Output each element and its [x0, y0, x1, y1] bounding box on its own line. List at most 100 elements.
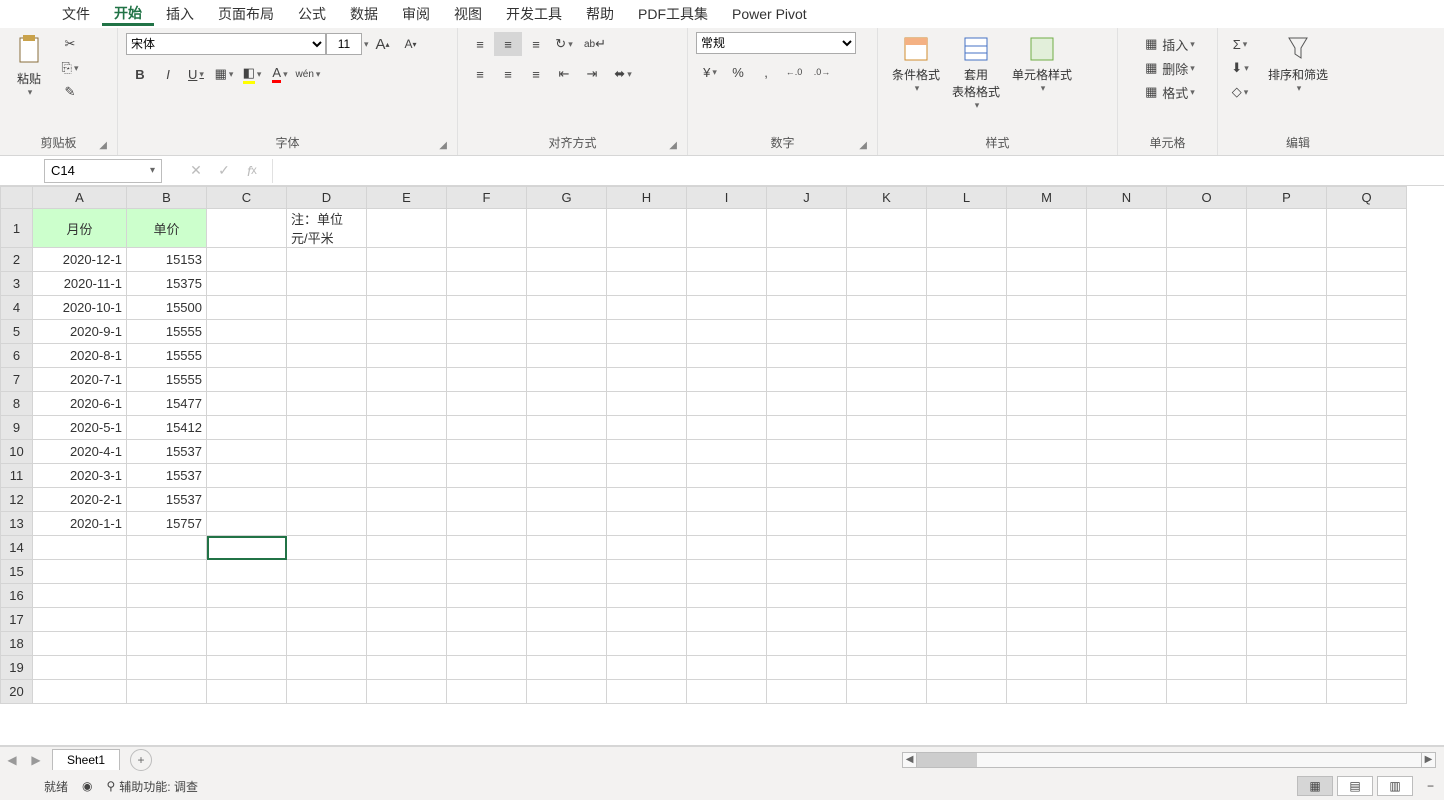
column-header[interactable]: H	[607, 187, 687, 209]
cell[interactable]	[1327, 464, 1407, 488]
clipboard-launcher-icon[interactable]: ◢	[99, 140, 107, 151]
font-name-select[interactable]: 宋体	[126, 33, 326, 55]
cell[interactable]	[1087, 209, 1167, 248]
row-header[interactable]: 1	[1, 209, 33, 248]
decrease-decimal-button[interactable]: .0→	[808, 60, 836, 84]
cell[interactable]	[1007, 512, 1087, 536]
cell[interactable]	[447, 368, 527, 392]
cell[interactable]	[687, 209, 767, 248]
cell[interactable]: 月份	[33, 209, 127, 248]
cell[interactable]	[527, 584, 607, 608]
autosum-button[interactable]: Σ▾	[1226, 32, 1254, 56]
cell[interactable]	[1247, 368, 1327, 392]
cell[interactable]	[607, 209, 687, 248]
insert-cells-button[interactable]: ▦插入▾	[1140, 32, 1195, 56]
underline-button[interactable]: U▾	[182, 62, 210, 86]
decrease-indent-button[interactable]: ⇤	[550, 62, 578, 86]
formula-input[interactable]	[272, 159, 1444, 183]
cell[interactable]	[1167, 296, 1247, 320]
cell[interactable]: 15537	[127, 464, 207, 488]
menu-tab[interactable]: 文件	[50, 4, 102, 24]
cell[interactable]	[847, 536, 927, 560]
cell[interactable]: 15477	[127, 392, 207, 416]
column-header[interactable]: B	[127, 187, 207, 209]
italic-button[interactable]: I	[154, 62, 182, 86]
cell[interactable]	[1247, 392, 1327, 416]
cell[interactable]	[687, 488, 767, 512]
cell[interactable]	[367, 632, 447, 656]
column-header[interactable]: P	[1247, 187, 1327, 209]
row-header[interactable]: 13	[1, 512, 33, 536]
cell[interactable]	[607, 560, 687, 584]
menu-tab[interactable]: 帮助	[574, 4, 626, 24]
cell[interactable]	[927, 392, 1007, 416]
cell[interactable]	[1327, 560, 1407, 584]
name-box-dropdown-icon[interactable]: ▾	[150, 165, 155, 176]
cell[interactable]	[527, 440, 607, 464]
cell[interactable]	[1327, 488, 1407, 512]
cell[interactable]	[687, 656, 767, 680]
cell[interactable]	[927, 632, 1007, 656]
grid-table[interactable]: ABCDEFGHIJKLMNOPQ1月份单价注：单位 元/平米22020-12-…	[0, 186, 1407, 704]
cell[interactable]	[367, 464, 447, 488]
cell[interactable]	[1327, 392, 1407, 416]
cell[interactable]	[1167, 656, 1247, 680]
cell[interactable]	[1007, 416, 1087, 440]
cell[interactable]	[1327, 272, 1407, 296]
cell[interactable]	[1327, 656, 1407, 680]
cell[interactable]	[1087, 416, 1167, 440]
cell[interactable]	[1007, 248, 1087, 272]
sheet-nav-prev-button[interactable]: ◀	[0, 753, 24, 767]
cell[interactable]	[607, 656, 687, 680]
cell[interactable]	[127, 632, 207, 656]
page-layout-view-button[interactable]: ▤	[1337, 776, 1373, 796]
cell[interactable]	[33, 680, 127, 704]
cell[interactable]	[287, 296, 367, 320]
cell[interactable]	[367, 272, 447, 296]
cell[interactable]	[287, 680, 367, 704]
cell[interactable]	[1167, 584, 1247, 608]
cell[interactable]	[527, 416, 607, 440]
cell[interactable]	[607, 416, 687, 440]
cell[interactable]	[1007, 680, 1087, 704]
row-header[interactable]: 14	[1, 536, 33, 560]
cell[interactable]	[1167, 272, 1247, 296]
format-painter-button[interactable]: ✎	[56, 80, 84, 104]
cell[interactable]	[207, 656, 287, 680]
align-right-button[interactable]: ≡	[522, 62, 550, 86]
cell[interactable]	[207, 584, 287, 608]
cell[interactable]	[1327, 632, 1407, 656]
cell[interactable]	[447, 608, 527, 632]
row-header[interactable]: 4	[1, 296, 33, 320]
cell[interactable]	[767, 464, 847, 488]
cell[interactable]	[927, 560, 1007, 584]
cell[interactable]	[447, 536, 527, 560]
cell[interactable]	[527, 464, 607, 488]
cell[interactable]	[847, 392, 927, 416]
decrease-font-button[interactable]: A▾	[397, 32, 425, 56]
cell[interactable]	[527, 608, 607, 632]
cell[interactable]	[687, 560, 767, 584]
align-bottom-button[interactable]: ≡	[522, 32, 550, 56]
cell[interactable]	[367, 560, 447, 584]
cell[interactable]	[767, 296, 847, 320]
cell[interactable]	[207, 320, 287, 344]
cell[interactable]	[927, 272, 1007, 296]
increase-decimal-button[interactable]: ←.0	[780, 60, 808, 84]
cell[interactable]	[1247, 512, 1327, 536]
cell[interactable]	[33, 608, 127, 632]
cell[interactable]	[367, 680, 447, 704]
cell[interactable]	[447, 656, 527, 680]
cell[interactable]	[927, 209, 1007, 248]
cell[interactable]	[1007, 272, 1087, 296]
cell[interactable]	[607, 632, 687, 656]
cell[interactable]	[1007, 392, 1087, 416]
cell[interactable]	[1167, 248, 1247, 272]
column-header[interactable]: J	[767, 187, 847, 209]
cell[interactable]	[1167, 512, 1247, 536]
cell[interactable]	[527, 512, 607, 536]
phonetic-button[interactable]: wén▾	[294, 62, 322, 86]
row-header[interactable]: 18	[1, 632, 33, 656]
column-header[interactable]: I	[687, 187, 767, 209]
cell[interactable]	[927, 416, 1007, 440]
